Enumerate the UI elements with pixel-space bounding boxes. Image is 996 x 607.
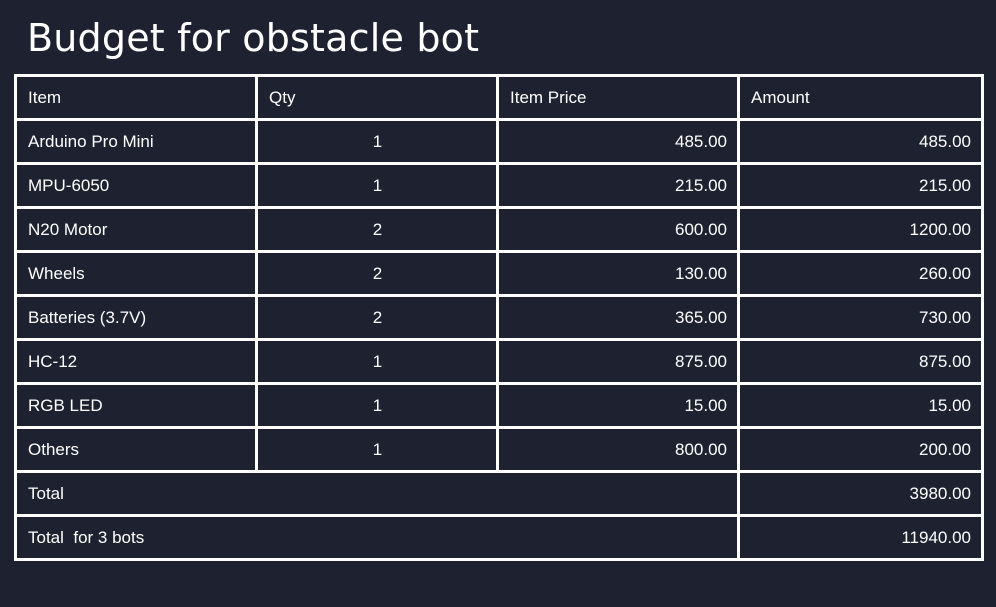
total-for-3-bots-amount: 11940.00 xyxy=(737,514,984,561)
table-row: MPU-6050 1 215.00 215.00 xyxy=(14,162,984,209)
table-row: Others 1 800.00 200.00 xyxy=(14,426,984,473)
cell-qty: 1 xyxy=(255,162,499,209)
cell-item-price: 15.00 xyxy=(496,382,740,429)
cell-qty: 1 xyxy=(255,118,499,165)
cell-item-price: 600.00 xyxy=(496,206,740,253)
cell-item-price: 365.00 xyxy=(496,294,740,341)
page-title: Budget for obstacle bot xyxy=(27,16,480,60)
cell-amount: 875.00 xyxy=(737,338,984,385)
table-row: Batteries (3.7V) 2 365.00 730.00 xyxy=(14,294,984,341)
table-row: RGB LED 1 15.00 15.00 xyxy=(14,382,984,429)
cell-item: MPU-6050 xyxy=(14,162,258,209)
cell-item-price: 485.00 xyxy=(496,118,740,165)
cell-item-price: 875.00 xyxy=(496,338,740,385)
total-amount: 3980.00 xyxy=(737,470,984,517)
header-item: Item xyxy=(14,74,258,121)
cell-item: HC-12 xyxy=(14,338,258,385)
budget-page: Budget for obstacle bot Item Qty Item Pr… xyxy=(0,0,996,607)
cell-item: Batteries (3.7V) xyxy=(14,294,258,341)
total-for-3-bots-row: Total for 3 bots 11940.00 xyxy=(14,514,984,561)
table-row: Wheels 2 130.00 260.00 xyxy=(14,250,984,297)
cell-item: Wheels xyxy=(14,250,258,297)
header-amount: Amount xyxy=(737,74,984,121)
cell-item: Others xyxy=(14,426,258,473)
cell-item: RGB LED xyxy=(14,382,258,429)
total-label: Total xyxy=(14,470,740,517)
cell-qty: 1 xyxy=(255,382,499,429)
cell-qty: 2 xyxy=(255,250,499,297)
cell-item-price: 800.00 xyxy=(496,426,740,473)
header-row: Item Qty Item Price Amount xyxy=(14,74,984,121)
header-qty: Qty xyxy=(255,74,499,121)
cell-qty: 1 xyxy=(255,338,499,385)
cell-amount: 485.00 xyxy=(737,118,984,165)
cell-amount: 1200.00 xyxy=(737,206,984,253)
total-for-3-bots-label: Total for 3 bots xyxy=(14,514,740,561)
cell-amount: 730.00 xyxy=(737,294,984,341)
table-row: Arduino Pro Mini 1 485.00 485.00 xyxy=(14,118,984,165)
budget-table: Item Qty Item Price Amount Arduino Pro M… xyxy=(14,74,984,561)
cell-amount: 260.00 xyxy=(737,250,984,297)
table-row: HC-12 1 875.00 875.00 xyxy=(14,338,984,385)
cell-item-price: 215.00 xyxy=(496,162,740,209)
cell-qty: 1 xyxy=(255,426,499,473)
header-item-price: Item Price xyxy=(496,74,740,121)
cell-item-price: 130.00 xyxy=(496,250,740,297)
cell-item: Arduino Pro Mini xyxy=(14,118,258,165)
cell-item: N20 Motor xyxy=(14,206,258,253)
cell-amount: 200.00 xyxy=(737,426,984,473)
cell-qty: 2 xyxy=(255,294,499,341)
cell-qty: 2 xyxy=(255,206,499,253)
table-row: N20 Motor 2 600.00 1200.00 xyxy=(14,206,984,253)
cell-amount: 15.00 xyxy=(737,382,984,429)
cell-amount: 215.00 xyxy=(737,162,984,209)
total-row: Total 3980.00 xyxy=(14,470,984,517)
